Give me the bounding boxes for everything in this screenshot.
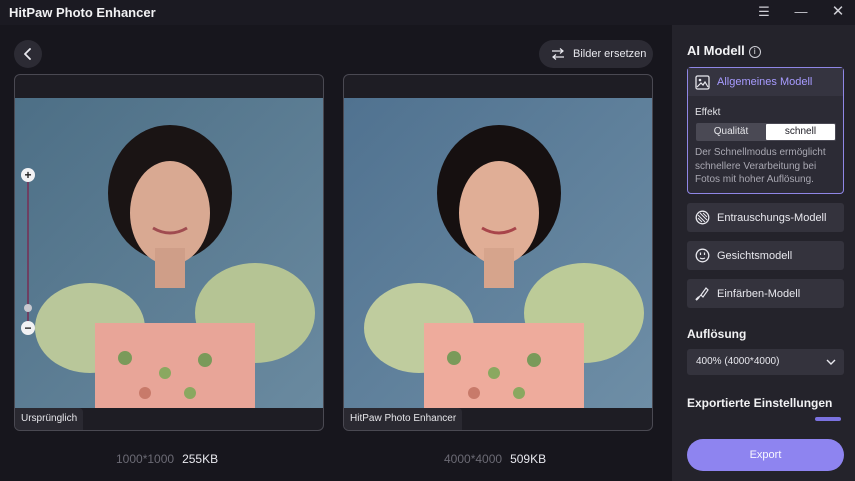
- face-model-button[interactable]: Gesichtsmodell: [687, 241, 844, 270]
- original-dimensions: 1000*1000: [116, 452, 175, 466]
- general-model-label: Allgemeines Modell: [717, 76, 813, 88]
- enhanced-meta: 4000*4000 509KB: [444, 452, 546, 466]
- enhanced-image-panel[interactable]: HitPaw Photo Enhancer: [343, 74, 653, 431]
- export-settings-heading: Exportierte Einstellungen: [687, 396, 833, 410]
- colorize-model-label: Einfärben-Modell: [717, 287, 801, 300]
- face-model-label: Gesichtsmodell: [717, 249, 793, 262]
- preview-area: Bilder ersetzen Ursprünglich + − HitPaw …: [0, 25, 672, 481]
- chevron-left-icon: [24, 48, 31, 60]
- export-settings-toggle[interactable]: [815, 417, 841, 421]
- original-size: 255KB: [182, 452, 219, 466]
- resolution-select[interactable]: 400% (4000*4000): [687, 349, 844, 375]
- enhanced-label: HitPaw Photo Enhancer: [344, 408, 463, 430]
- swap-icon: [552, 48, 564, 60]
- replace-images-button[interactable]: Bilder ersetzen: [539, 40, 653, 68]
- denoise-model-button[interactable]: Entrauschungs-Modell: [687, 203, 844, 232]
- face-icon: [695, 248, 710, 263]
- menu-icon[interactable]: ☰: [754, 3, 774, 21]
- zoom-slider-handle[interactable]: [24, 304, 32, 312]
- replace-images-label: Bilder ersetzen: [573, 48, 647, 60]
- effect-option-quality[interactable]: Qualität: [697, 124, 765, 140]
- enhanced-photo: [344, 98, 652, 408]
- resolution-value: 400% (4000*4000): [696, 356, 780, 367]
- effect-segmented-control: Qualität schnell: [696, 123, 836, 141]
- effect-option-fast[interactable]: schnell: [766, 124, 835, 140]
- enhanced-dimensions: 4000*4000: [444, 452, 503, 466]
- zoom-in-icon[interactable]: +: [21, 168, 35, 182]
- denoise-model-label: Entrauschungs-Modell: [717, 211, 827, 224]
- original-image-panel[interactable]: Ursprünglich: [14, 74, 324, 431]
- model-description: Der Schnellmodus ermöglicht schnellere V…: [695, 147, 826, 185]
- settings-sidebar: AI Modell i Allgemeines Modell Effekt Qua…: [672, 25, 855, 481]
- image-icon: [695, 74, 710, 90]
- minimize-icon[interactable]: —: [791, 3, 811, 21]
- general-model-card[interactable]: Allgemeines Modell Effekt Qualität schne…: [687, 67, 844, 194]
- resolution-heading: Auflösung: [687, 327, 747, 341]
- original-meta: 1000*1000 255KB: [116, 452, 218, 466]
- colorize-icon: [695, 287, 709, 301]
- effect-label: Effekt: [695, 107, 721, 118]
- general-model-header[interactable]: Allgemeines Modell: [688, 68, 843, 96]
- chevron-down-icon: [826, 349, 836, 386]
- back-button[interactable]: [14, 40, 42, 68]
- ai-model-title: AI Modell: [687, 43, 745, 58]
- original-label: Ursprünglich: [15, 408, 84, 430]
- original-photo: [15, 98, 323, 408]
- zoom-out-icon[interactable]: −: [21, 321, 35, 335]
- close-icon[interactable]: ✕: [828, 3, 848, 21]
- info-icon[interactable]: i: [748, 46, 761, 58]
- export-button[interactable]: Export: [687, 439, 844, 471]
- app-title: HitPaw Photo Enhancer: [9, 5, 156, 20]
- colorize-model-button[interactable]: Einfärben-Modell: [687, 279, 844, 308]
- ai-model-heading: AI Modell i: [687, 43, 761, 58]
- denoise-icon: [695, 210, 710, 225]
- enhanced-size: 509KB: [510, 452, 547, 466]
- title-bar: HitPaw Photo Enhancer ☰ — ✕: [0, 0, 855, 25]
